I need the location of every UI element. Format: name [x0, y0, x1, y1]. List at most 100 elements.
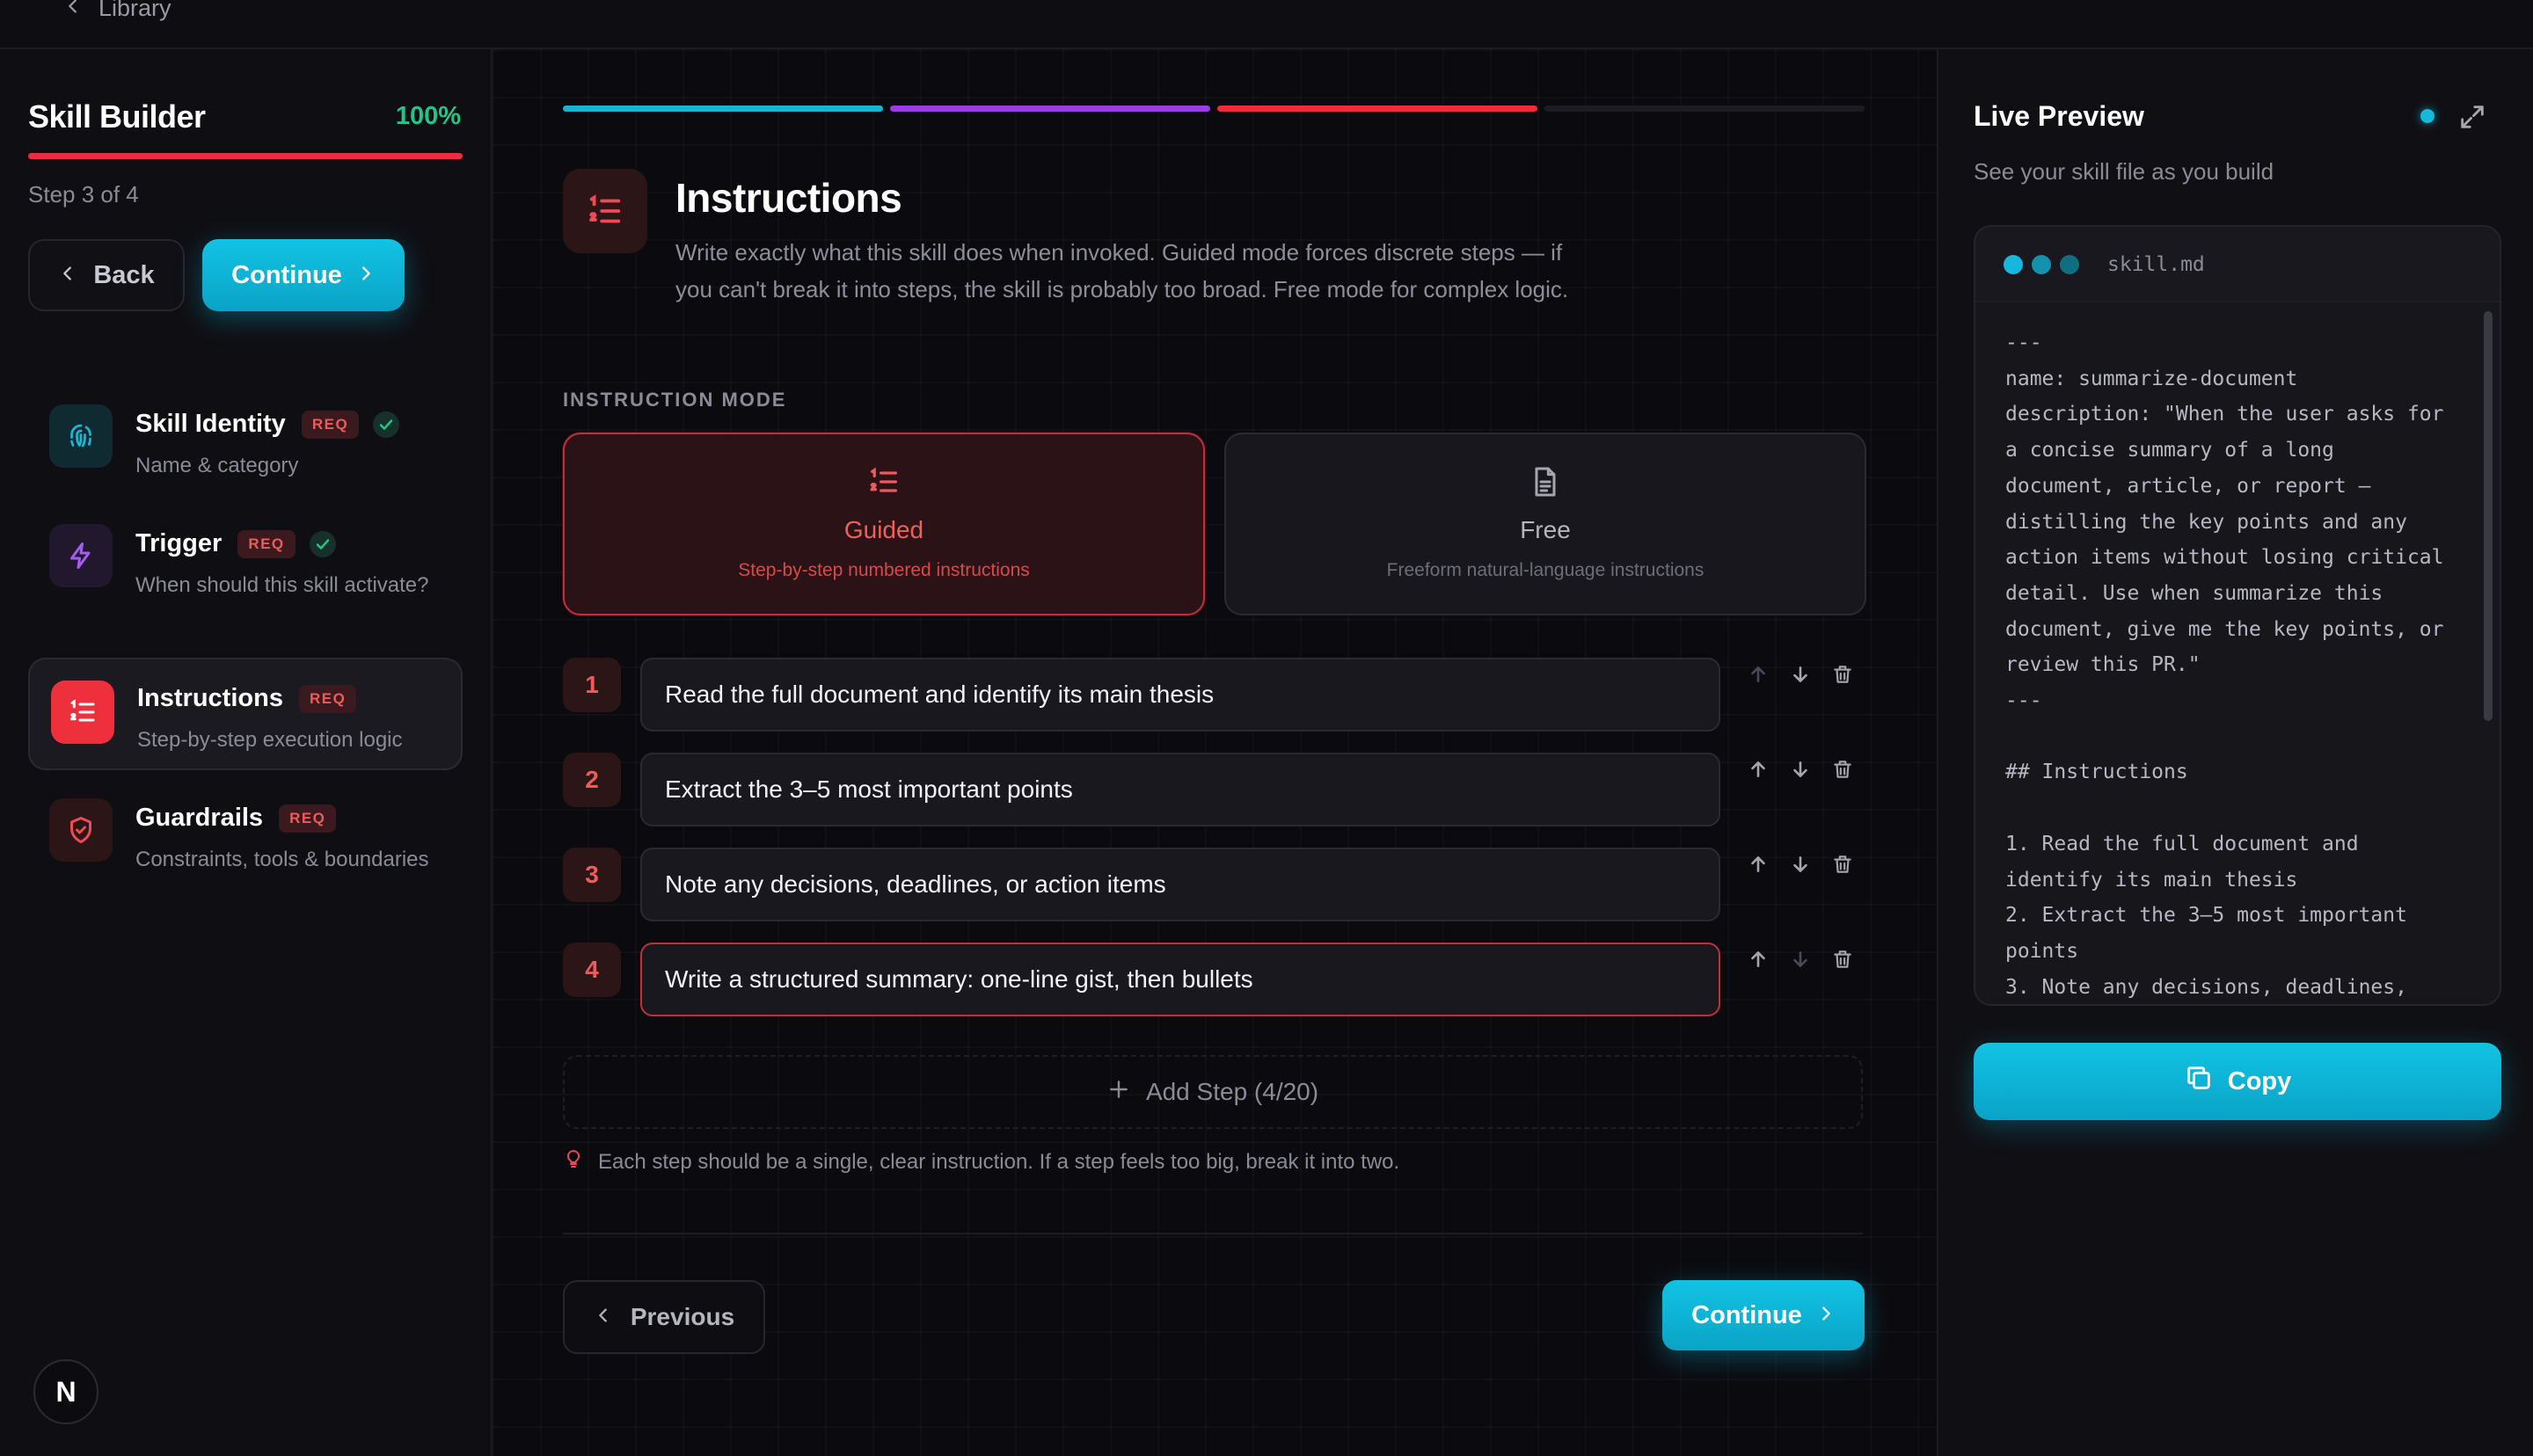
req-badge: REQ: [279, 804, 337, 834]
library-back-link[interactable]: Library: [63, 0, 172, 22]
trash-icon[interactable]: [1831, 663, 1854, 686]
step-input[interactable]: Extract the 3–5 most important points: [640, 753, 1720, 826]
mode-free-card[interactable]: Free Freeform natural-language instructi…: [1224, 433, 1866, 615]
step-number: 3: [563, 848, 621, 902]
sidebar-item-trigger[interactable]: Trigger REQ When should this skill activa…: [28, 512, 463, 644]
library-label: Library: [99, 0, 172, 21]
arrow-up-icon[interactable]: [1747, 758, 1770, 781]
mode-guided-card[interactable]: Guided Step-by-step numbered instruction…: [563, 433, 1205, 615]
sidebar-item-label: Trigger REQ: [135, 529, 336, 559]
arrow-up-icon[interactable]: [1747, 663, 1770, 686]
step-input[interactable]: Note any decisions, deadlines, or action…: [640, 848, 1720, 921]
fingerprint-icon: [49, 404, 113, 468]
trash-icon[interactable]: [1831, 758, 1854, 781]
app-logo[interactable]: N: [33, 1359, 99, 1424]
sidebar-item-label: Guardrails REQ: [135, 804, 337, 834]
arrow-down-icon[interactable]: [1789, 758, 1812, 781]
step-actions: [1747, 758, 1854, 781]
copy-button[interactable]: Copy: [1974, 1043, 2501, 1120]
step-progress-segment: [563, 106, 883, 112]
back-button[interactable]: Back: [28, 239, 185, 311]
chevron-right-icon: [356, 261, 376, 290]
continue-button[interactable]: Continue: [1662, 1280, 1865, 1350]
chevron-left-icon: [58, 261, 77, 290]
numbered-list-icon: [51, 681, 114, 744]
continue-label: Continue: [231, 260, 342, 289]
window-dot: [2032, 255, 2051, 274]
step-row: 1 Read the full document and identify it…: [563, 658, 1882, 733]
step-progress-segment: [1544, 106, 1865, 112]
sidebar-item-guardrails[interactable]: Guardrails REQ Constraints, tools & bound…: [28, 786, 463, 918]
sidebar-item-label: Skill Identity REQ: [135, 410, 400, 440]
trash-icon[interactable]: [1831, 948, 1854, 971]
sidebar-item-sub: When should this skill activate?: [135, 573, 429, 597]
continue-label: Continue: [1691, 1300, 1802, 1329]
sidebar-title: Skill Builder: [28, 98, 206, 135]
step-row: 3 Note any decisions, deadlines, or acti…: [563, 848, 1882, 923]
step-input[interactable]: Write a structured summary: one-line gis…: [640, 943, 1720, 1016]
plus-icon: [1107, 1078, 1130, 1107]
file-name: skill.md: [2107, 253, 2205, 276]
preview-title: Live Preview: [1974, 100, 2144, 132]
step-actions: [1747, 663, 1854, 686]
copy-icon: [2184, 1063, 2214, 1100]
numbered-list-icon: [563, 169, 647, 253]
check-icon: [373, 411, 400, 439]
progress-percent: 100%: [395, 102, 461, 130]
item-name: Guardrails: [135, 804, 264, 832]
page-title: Instructions: [675, 175, 902, 221]
shield-icon: [49, 798, 113, 862]
step-actions: [1747, 853, 1854, 876]
add-step-button[interactable]: Add Step (4/20): [563, 1055, 1863, 1129]
window-dot: [2060, 255, 2079, 274]
req-badge: REQ: [301, 411, 360, 440]
mode-label: INSTRUCTION MODE: [563, 389, 787, 411]
tip: Each step should be a single, clear inst…: [563, 1148, 1399, 1176]
step-number: 2: [563, 753, 621, 807]
mode-title: Free: [1520, 516, 1571, 543]
step-row: 4 Write a structured summary: one-line g…: [563, 943, 1882, 1018]
live-indicator: [2420, 109, 2434, 123]
step-actions: [1747, 948, 1854, 971]
progress-bar: [28, 153, 463, 159]
document-icon: [1528, 434, 1563, 504]
main-panel: Instructions Write exactly what this ski…: [493, 49, 1937, 1456]
chevron-right-icon: [1816, 1301, 1836, 1330]
sidebar-item-sub: Name & category: [135, 454, 299, 477]
step-progress-segment: [1217, 106, 1537, 112]
lightbulb-icon: [563, 1148, 584, 1176]
mode-sub: Step-by-step numbered instructions: [738, 560, 1030, 580]
lightning-icon: [49, 524, 113, 587]
continue-button[interactable]: Continue: [202, 239, 405, 311]
copy-label: Copy: [2227, 1067, 2292, 1096]
req-badge: REQ: [237, 530, 296, 559]
divider: [563, 1233, 1863, 1234]
window-dot: [2004, 255, 2023, 274]
item-name: Instructions: [137, 684, 283, 712]
chevron-left-icon: [63, 0, 83, 22]
arrow-up-icon[interactable]: [1747, 948, 1770, 971]
scrollbar[interactable]: [2484, 311, 2493, 721]
trash-icon[interactable]: [1831, 853, 1854, 876]
preview-subtitle: See your skill file as you build: [1974, 158, 2274, 185]
arrow-down-icon[interactable]: [1789, 853, 1812, 876]
check-icon: [309, 531, 336, 558]
step-input[interactable]: Read the full document and identify its …: [640, 658, 1720, 732]
sidebar-item-label: Instructions REQ: [137, 684, 357, 714]
arrow-up-icon[interactable]: [1747, 853, 1770, 876]
arrow-down-icon[interactable]: [1789, 948, 1812, 971]
arrow-down-icon[interactable]: [1789, 663, 1812, 686]
expand-icon[interactable]: [2457, 102, 2487, 132]
sidebar-item-skill-identity[interactable]: Skill Identity REQ Name & category: [28, 392, 463, 498]
previous-button[interactable]: Previous: [563, 1280, 765, 1354]
chevron-left-icon: [594, 1303, 613, 1331]
preview-panel: Live Preview See your skill file as you …: [1937, 49, 2533, 1456]
step-number: 4: [563, 943, 621, 997]
sidebar-item-instructions[interactable]: Instructions REQ Step-by-step execution l…: [28, 658, 463, 770]
sidebar-item-sub: Step-by-step execution logic: [137, 728, 403, 752]
back-label: Back: [93, 260, 155, 289]
file-content: --- name: summarize-document description…: [2005, 331, 2444, 999]
mode-title: Guided: [843, 516, 924, 543]
item-name: Trigger: [135, 529, 223, 557]
sidebar: Skill Builder 100% Step 3 of 4 Back Cont…: [0, 49, 493, 1456]
